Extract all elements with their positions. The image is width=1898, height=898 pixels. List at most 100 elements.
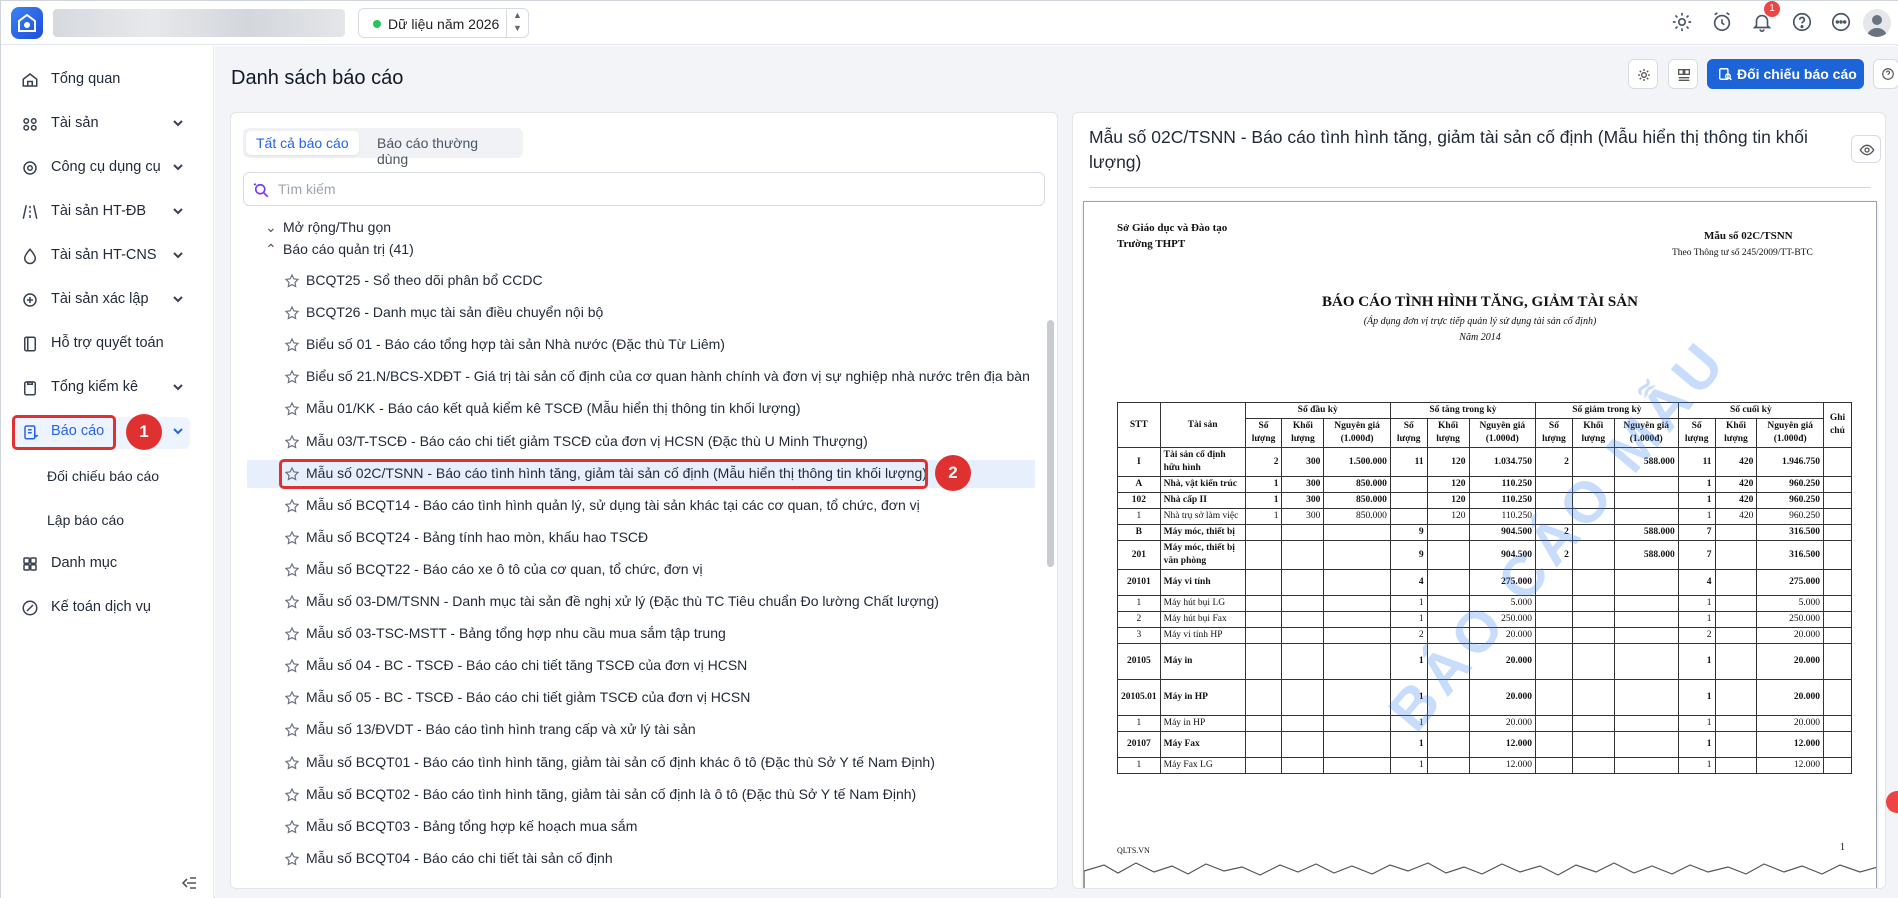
report-item-label: Mẫu 03/T-TSCĐ - Báo cáo chi tiết giảm TS… [306,432,868,449]
water-drop-icon [21,247,39,265]
report-item[interactable]: Mẫu số BCQT03 - Bảng tổng hợp kế hoạch m… [247,813,1035,841]
sidebar-item-inventory[interactable]: Tổng kiểm kê [21,373,196,403]
cell-value [1244,731,1283,758]
col-volume: Khối lượng [1426,418,1470,448]
cell-value [1281,715,1325,732]
report-item-label: Biểu số 21.N/BCS-XDĐT - Giá trị tài sản … [306,368,1030,385]
user-avatar[interactable] [1863,9,1891,37]
cell-value [1323,595,1391,612]
sidebar-item-tools[interactable]: Công cụ dụng cụ [21,153,196,183]
report-item[interactable]: Biểu số 21.N/BCS-XDĐT - Giá trị tài sản … [247,363,1035,391]
doc-footer-site: QLTS.VN [1117,846,1150,855]
report-item[interactable]: BCQT26 - Danh mục tài sản điều chuyển nộ… [247,299,1035,327]
highlight-box-step-1 [12,415,116,450]
report-item[interactable]: Biểu số 01 - Báo cáo tổng hợp tài sản Nh… [247,331,1035,359]
year-selector[interactable]: Dữ liệu năm 2026 ▲ ▼ [358,8,529,38]
report-item[interactable]: BCQT25 - Sổ theo dõi phân bổ CCDC [247,267,1035,295]
cell-asset-name: Máy hút bụi Fax [1159,611,1246,628]
cell-value [1613,627,1679,644]
sidebar-item-settlement-support[interactable]: Hỗ trợ quyết toán [21,329,196,359]
cell-value [1281,757,1325,774]
help-button[interactable] [1873,59,1898,89]
report-item[interactable]: Mẫu số BCQT22 - Báo cáo xe ô tô của cơ q… [247,556,1035,584]
favorite-star-icon[interactable] [284,594,300,610]
cell-value: 1 [1677,679,1716,716]
report-item[interactable]: Mẫu số 03-TSC-MSTT - Bảng tổng hợp nhu c… [247,620,1035,648]
sidebar-item-assets[interactable]: Tài sản [21,109,196,139]
cell-value [1535,611,1573,628]
cell-value [1714,679,1758,716]
cell-value [1613,731,1679,758]
report-item-label: Mẫu số 05 - BC - TSCĐ - Báo cáo chi tiết… [306,689,751,706]
favorite-star-icon[interactable] [284,530,300,546]
report-item[interactable]: Mẫu số BCQT24 - Bảng tính hao mòn, khấu … [247,524,1035,552]
favorite-star-icon[interactable] [284,722,300,738]
favorite-star-icon[interactable] [284,755,300,771]
eye-icon [1859,144,1875,156]
cell-value [1571,715,1615,732]
report-item[interactable]: Mẫu số BCQT04 - Báo cáo chi tiết tài sản… [247,845,1035,873]
favorite-star-icon[interactable] [284,369,300,385]
toggle-preview-button[interactable] [1851,135,1881,163]
settings-gear-icon[interactable] [1671,11,1695,35]
settings-button[interactable] [1628,59,1658,89]
cell-note [1823,679,1852,716]
favorite-star-icon[interactable] [284,562,300,578]
favorite-star-icon[interactable] [284,658,300,674]
favorite-star-icon[interactable] [284,787,300,803]
search-input[interactable]: Tìm kiếm [243,172,1045,206]
favorite-star-icon[interactable] [284,819,300,835]
favorite-star-icon[interactable] [284,401,300,417]
favorite-star-icon[interactable] [284,305,300,321]
report-item[interactable]: Mẫu số 04 - BC - TSCĐ - Báo cáo chi tiết… [247,652,1035,680]
report-item[interactable]: Mẫu số BCQT02 - Báo cáo tình hình tăng, … [247,781,1035,809]
column-layout-button[interactable] [1668,59,1698,89]
more-options-icon[interactable] [1830,11,1854,35]
favorite-star-icon[interactable] [284,626,300,642]
report-item[interactable]: Mẫu số 13/ĐVDT - Báo cáo tình hình trang… [247,716,1035,744]
help-icon[interactable] [1791,11,1815,35]
sidebar-subitem-create-report[interactable]: Lập báo cáo [47,512,124,528]
sidebar-subitem-compare-reports[interactable]: Đối chiếu báo cáo [47,468,159,484]
report-item[interactable]: Mẫu số 05 - BC - TSCĐ - Báo cáo chi tiết… [247,684,1035,712]
report-item[interactable]: Mẫu số 03-DM/TSNN - Danh mục tài sản đề … [247,588,1035,616]
alarm-clock-icon[interactable] [1711,11,1735,35]
cell-value: 1.500.000 [1323,447,1391,477]
cell-value [1571,757,1615,774]
cell-stt: B [1117,524,1161,541]
expand-collapse-toggle[interactable]: ⌄ Mở rộng/Thu gọn [265,219,391,236]
cell-value: 20.000 [1756,715,1824,732]
tab-all-reports[interactable]: Tất cả báo cáo [246,131,359,155]
compare-report-button[interactable]: Đối chiếu báo cáo [1707,59,1864,89]
sidebar-item-service-accounting[interactable]: Kế toán dịch vụ [21,593,196,623]
app-logo[interactable] [11,7,43,39]
cell-asset-name: Máy vi tính [1159,569,1246,596]
favorite-star-icon[interactable] [284,337,300,353]
year-spinner[interactable]: ▲ ▼ [506,9,528,37]
favorite-star-icon[interactable] [284,273,300,289]
sidebar-item-infrastructure-road[interactable]: Tài sản HT-ĐB [21,197,196,227]
report-item[interactable]: Mẫu số BCQT01 - Báo cáo tình hình tăng, … [247,749,1035,777]
cell-value [1244,643,1283,680]
list-scrollbar[interactable] [1047,320,1054,567]
step-marker-2: 2 [935,455,971,491]
report-item[interactable]: Mẫu số BCQT14 - Báo cáo tình hình quản l… [247,492,1035,520]
sidebar-item-overview[interactable]: Tổng quan [21,65,196,95]
cell-value [1571,611,1615,628]
sidebar-item-catalog[interactable]: Danh mục [21,549,196,579]
favorite-star-icon[interactable] [284,498,300,514]
report-item[interactable]: Mẫu 01/KK - Báo cáo kết quả kiểm kê TSCĐ… [247,395,1035,423]
collapse-sidebar-icon[interactable] [179,873,201,895]
compare-icon [1719,68,1732,81]
sidebar-item-established-assets[interactable]: Tài sản xác lập [21,285,196,315]
report-tabs: Tất cả báo cáo Báo cáo thường dùng [243,128,523,167]
favorite-star-icon[interactable] [284,690,300,706]
favorite-star-icon[interactable] [284,851,300,867]
tab-frequent-reports[interactable]: Báo cáo thường dùng [367,131,523,167]
cell-value: 1.946.750 [1756,447,1824,477]
report-item[interactable]: Mẫu 03/T-TSCĐ - Báo cáo chi tiết giảm TS… [247,428,1035,456]
favorite-star-icon[interactable] [284,434,300,450]
group-admin-reports[interactable]: ⌃ Báo cáo quản trị (41) [265,241,414,258]
report-item-label: BCQT26 - Danh mục tài sản điều chuyển nộ… [306,304,604,321]
sidebar-item-infrastructure-water[interactable]: Tài sản HT-CNS [21,241,196,271]
